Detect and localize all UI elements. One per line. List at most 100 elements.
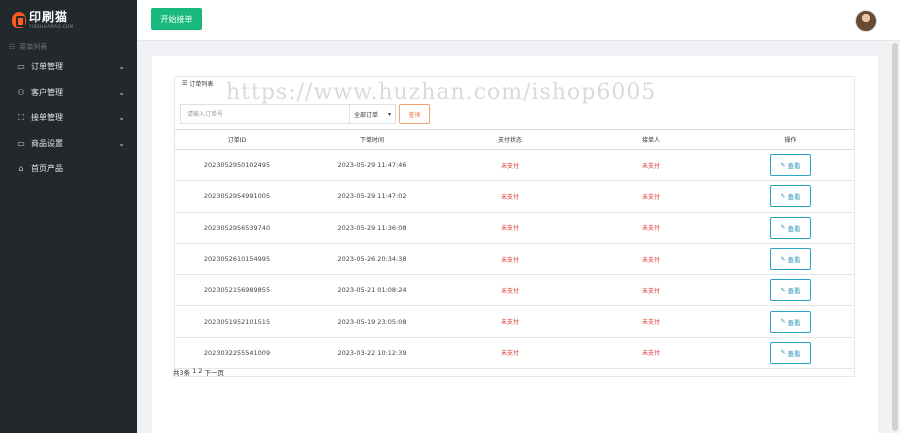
table-row: 2023052156989855 2023-05-21 01:08:24 未支付… [175, 275, 854, 306]
query-button[interactable]: 查询 [399, 104, 430, 124]
view-button[interactable]: ✎ 查看 [770, 216, 811, 239]
pay-status: 未支付 [500, 350, 519, 358]
order-id: 2023052950102495 [203, 161, 271, 170]
column-header-order-time: 下单时间 [359, 137, 384, 144]
view-button[interactable]: ✎ 查看 [770, 154, 811, 177]
view-button[interactable]: ✎ 查看 [770, 279, 811, 302]
sidebar-item-receive[interactable]: ⛶ 接单管理 ⌄ [0, 105, 137, 131]
order-time: 2023-03-22 10:12:39 [337, 348, 407, 357]
order-id: 2023052954991005 [203, 192, 271, 201]
menu-caption: ☷ 菜单列表 [0, 40, 137, 54]
column-header-actions: 操作 [784, 137, 797, 144]
order-taker: 未支付 [641, 287, 660, 295]
table-row: 2023052950102495 2023-05-29 11:47:46 未支付… [175, 150, 854, 181]
view-label: 查看 [787, 318, 801, 327]
logo[interactable]: 印刷猫 YINSHUAMAO.COM [0, 0, 137, 40]
edit-icon: ✎ [780, 224, 786, 232]
view-button[interactable]: ✎ 查看 [770, 185, 811, 208]
pay-status: 未支付 [500, 162, 519, 170]
table-header-row: 订单ID 下单时间 支付状态 接单人 操作 [175, 129, 854, 150]
chevron-down-icon: ⌄ [118, 62, 125, 72]
sidebar: 印刷猫 YINSHUAMAO.COM ☷ 菜单列表 ▭ 订单管理 ⌄ ⚇ 客户管… [0, 0, 137, 433]
order-number-input[interactable] [180, 104, 350, 124]
logo-icon [12, 12, 26, 28]
pay-status: 未支付 [500, 193, 519, 201]
column-header-order-id: 订单ID [227, 137, 247, 144]
order-taker: 未支付 [641, 162, 660, 170]
panel-header: ☰ 订单列表 [175, 77, 854, 88]
order-icon: ▭ [17, 62, 25, 72]
order-id: 2023052610154995 [203, 255, 271, 264]
pay-status: 未支付 [500, 319, 519, 327]
order-id: 2023052956539740 [203, 223, 271, 232]
sidebar-item-orders[interactable]: ▭ 订单管理 ⌄ [0, 54, 137, 80]
order-taker: 未支付 [641, 256, 660, 264]
vertical-scrollbar[interactable] [890, 41, 900, 433]
table-row: 2023051952101515 2023-05-19 23:05:08 未支付… [175, 306, 854, 338]
order-taker: 未支付 [641, 350, 660, 358]
avatar[interactable] [855, 10, 877, 32]
page-1-link[interactable]: 1 [192, 367, 196, 377]
start-taking-orders-button[interactable]: 开始接单 [151, 8, 202, 30]
view-label: 查看 [787, 162, 801, 171]
pay-status: 未支付 [500, 287, 519, 295]
chevron-down-icon: ⌄ [118, 138, 125, 148]
page-2-link[interactable]: 2 [198, 367, 202, 377]
scrollbar-thumb[interactable] [892, 43, 898, 431]
order-list-panel: ☰ 订单列表 全部订单 ▾ 查询 订单ID 下单时间 支付状态 接单人 操作 [174, 76, 855, 377]
home-icon: ⌂ [18, 164, 24, 174]
order-taker: 未支付 [641, 193, 660, 201]
view-label: 查看 [787, 193, 801, 202]
pagination: 共3条 1 2 下一页 [173, 367, 226, 377]
logo-title: 印刷猫 [29, 10, 69, 24]
edit-icon: ✎ [780, 255, 786, 263]
order-time: 2023-05-19 23:05:08 [337, 317, 407, 326]
column-header-pay-status: 支付状态 [497, 137, 522, 144]
sidebar-item-label: 客户管理 [31, 87, 63, 97]
order-time: 2023-05-29 11:36:08 [337, 223, 407, 232]
pay-status: 未支付 [500, 225, 519, 233]
column-header-taker: 接单人 [641, 137, 660, 144]
edit-icon: ✎ [780, 161, 786, 169]
next-page-link[interactable]: 下一页 [204, 367, 224, 377]
pagination-total: 共3条 [173, 369, 191, 377]
customer-icon: ⚇ [17, 87, 25, 97]
order-time: 2023-05-29 11:47:46 [337, 161, 407, 170]
pay-status: 未支付 [500, 256, 519, 264]
monitor-icon: ▭ [17, 138, 25, 148]
view-button[interactable]: ✎ 查看 [770, 341, 811, 364]
panel-title: 订单列表 [189, 80, 214, 88]
order-status-select[interactable]: 全部订单 ▾ [350, 104, 396, 124]
sidebar-item-home-products[interactable]: ⌂ 首页产品 [0, 156, 137, 182]
table-row: 2023052954991005 2023-05-29 11:47:02 未支付… [175, 181, 854, 213]
order-id: 2023032255541009 [203, 348, 271, 357]
sidebar-item-customers[interactable]: ⚇ 客户管理 ⌄ [0, 80, 137, 106]
sidebar-item-goods[interactable]: ▭ 商品设置 ⌄ [0, 131, 137, 157]
chevron-down-icon: ⌄ [118, 87, 125, 97]
view-label: 查看 [787, 349, 801, 358]
table-row: 2023052956539740 2023-05-29 11:36:08 未支付… [175, 212, 854, 244]
table-row: 2023032255541009 2023-03-22 10:12:39 未支付… [175, 337, 854, 369]
order-time: 2023-05-29 11:47:02 [337, 192, 407, 201]
order-taker: 未支付 [641, 225, 660, 233]
order-id: 2023051952101515 [203, 317, 271, 326]
chevron-down-icon: ⌄ [118, 113, 125, 123]
filter-bar: 全部订单 ▾ 查询 [180, 104, 430, 124]
table-row: 2023052610154995 2023-05-26 20:34:38 未支付… [175, 243, 854, 275]
main-content: ☰ 订单列表 全部订单 ▾ 查询 订单ID 下单时间 支付状态 接单人 操作 [152, 56, 878, 433]
edit-icon: ✎ [780, 318, 786, 326]
sidebar-item-label: 接单管理 [31, 113, 63, 123]
order-id: 2023052156989855 [203, 286, 271, 295]
sidebar-item-label: 商品设置 [31, 138, 63, 148]
receive-icon: ⛶ [18, 112, 24, 122]
view-label: 查看 [787, 287, 801, 296]
view-button[interactable]: ✎ 查看 [770, 310, 811, 333]
edit-icon: ✎ [780, 286, 786, 294]
sidebar-item-label: 订单管理 [31, 62, 63, 72]
edit-icon: ✎ [780, 349, 786, 357]
view-label: 查看 [787, 256, 801, 265]
logo-subtitle: YINSHUAMAO.COM [29, 24, 74, 29]
caret-down-icon: ▾ [387, 110, 391, 118]
order-time: 2023-05-21 01:08:24 [337, 286, 407, 295]
view-button[interactable]: ✎ 查看 [770, 248, 811, 271]
